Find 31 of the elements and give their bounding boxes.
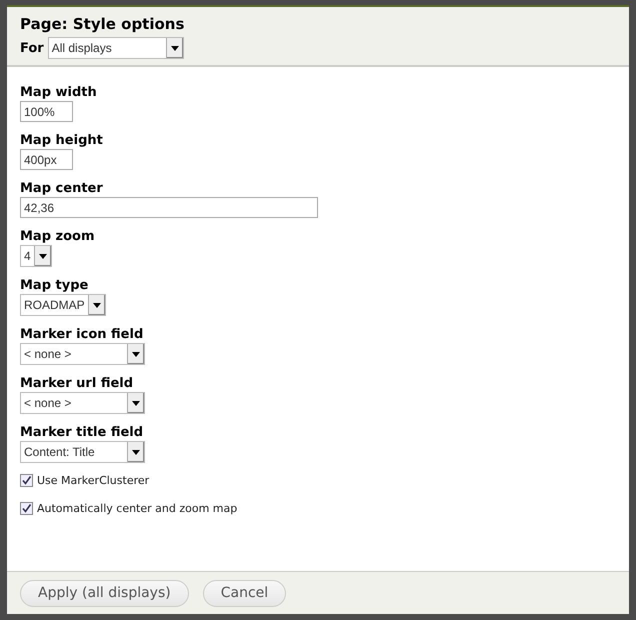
checkbox[interactable] (20, 502, 33, 515)
cancel-button[interactable]: Cancel (202, 580, 286, 606)
input-field[interactable]: 42,36 (20, 197, 318, 218)
caret-icon (34, 246, 51, 266)
checkbox-label: Automatically center and zoom map (37, 502, 238, 515)
dialog-title: Page: Style options (20, 15, 186, 33)
caret-icon (127, 393, 144, 413)
field-label: Marker icon field (20, 327, 144, 342)
input-field[interactable]: 400px (20, 149, 73, 170)
dropdown[interactable]: ROADMAP (20, 294, 106, 316)
caret-icon (166, 38, 183, 58)
caret-icon (88, 295, 105, 315)
field-label: Map center (20, 181, 104, 196)
checkbox[interactable] (20, 474, 33, 487)
field-label: Marker url field (20, 376, 134, 391)
field-label: Map width (20, 85, 98, 100)
checkbox-label: Use MarkerClusterer (37, 474, 150, 487)
dropdown[interactable]: 4 (20, 245, 52, 267)
for-label: For (20, 40, 44, 56)
apply-button[interactable]: Apply (all displays) (20, 580, 189, 606)
field-label: Map height (20, 133, 104, 148)
display-select[interactable]: All displays (48, 37, 184, 59)
caret-icon (127, 442, 144, 462)
field-label: Map zoom (20, 229, 96, 244)
field-label: Marker title field (20, 425, 144, 440)
dropdown[interactable]: Content: Title (20, 441, 145, 463)
dropdown[interactable]: < none > (20, 392, 145, 414)
input-field[interactable]: 100% (20, 101, 73, 122)
caret-icon (127, 344, 144, 364)
field-label: Map type (20, 278, 90, 293)
dropdown[interactable]: < none > (20, 343, 145, 365)
